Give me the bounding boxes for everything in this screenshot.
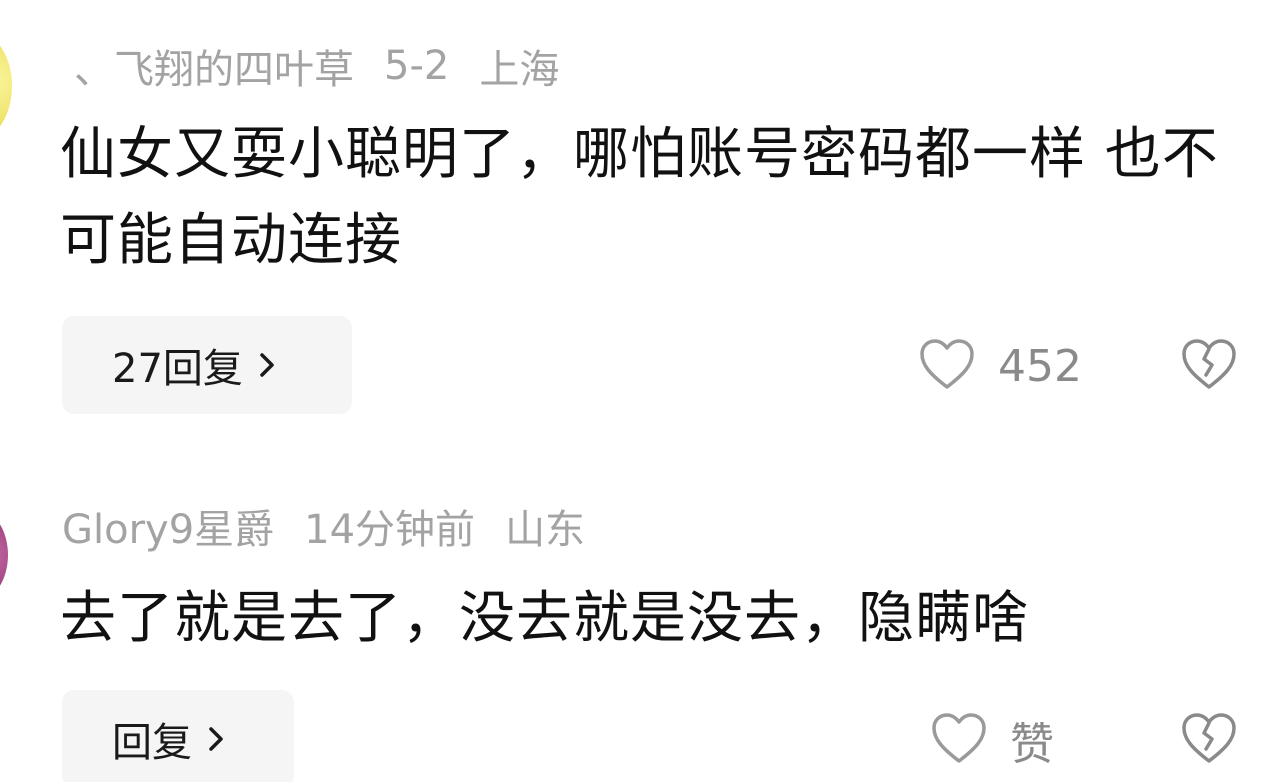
username[interactable]: 、飞翔的四叶草 (74, 37, 354, 95)
comment-item: 、飞翔的四叶草 5-2 上海 仙女又耍小聪明了，哪怕账号密码都一样 也不可能自动… (0, 0, 1278, 430)
broken-heart-icon (1180, 337, 1238, 395)
comment-list: 、飞翔的四叶草 5-2 上海 仙女又耍小聪明了，哪怕账号密码都一样 也不可能自动… (0, 0, 1278, 782)
reply-label: 回复 (112, 720, 192, 766)
like-count: 赞 (1010, 719, 1054, 770)
comment-actions: 452 (918, 326, 1238, 406)
chevron-right-icon (257, 350, 277, 380)
comment-text: 去了就是去了，没去就是没去，隐瞒啥 (60, 586, 1029, 651)
like-count: 452 (998, 340, 1082, 392)
chevron-right-icon (206, 724, 226, 754)
comment-location: 上海 (479, 47, 560, 93)
like-button[interactable]: 452 (918, 337, 1090, 395)
broken-heart-icon (1180, 711, 1238, 769)
like-button[interactable]: 赞 (930, 708, 1102, 772)
comment-time: 14分钟前 (304, 507, 476, 553)
comment-item: Glory9星爵 14分钟前 山东 去了就是去了，没去就是没去，隐瞒啥 回复 赞 (0, 490, 1278, 782)
comment-actions: 赞 (930, 700, 1238, 780)
dislike-button[interactable] (1180, 337, 1238, 395)
comment-meta: 、飞翔的四叶草 5-2 上海 (74, 36, 589, 96)
view-replies-button[interactable]: 27回复 (62, 316, 352, 414)
heart-outline-icon (930, 711, 988, 769)
reply-button[interactable]: 回复 (62, 690, 294, 782)
reply-label: 27回复 (112, 346, 243, 392)
dislike-button[interactable] (1180, 711, 1238, 769)
comment-meta: Glory9星爵 14分钟前 山东 (62, 496, 615, 556)
username[interactable]: Glory9星爵 (62, 497, 274, 555)
comment-location: 山东 (505, 507, 586, 553)
comment-time: 5-2 (384, 43, 450, 89)
heart-outline-icon (918, 337, 976, 395)
comment-text: 仙女又耍小聪明了，哪怕账号密码都一样 也不可能自动连接 (60, 122, 1219, 273)
